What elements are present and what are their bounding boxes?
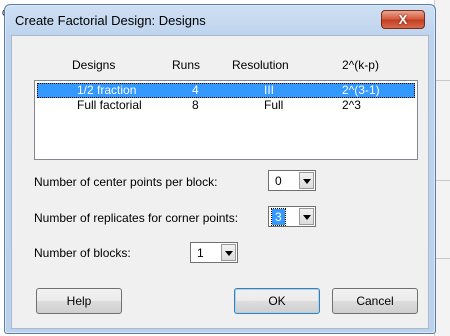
help-button[interactable]: Help bbox=[36, 288, 122, 314]
dialog-title: Create Factorial Design: Designs bbox=[15, 13, 206, 28]
design-row-full-factorial[interactable]: Full factorial 8 Full 2^3 bbox=[37, 98, 415, 113]
center-points-dropdown[interactable]: 0 bbox=[268, 170, 316, 191]
create-factorial-design-dialog: Create Factorial Design: Designs X Desig… bbox=[4, 4, 436, 334]
column-header-resolution: Resolution bbox=[232, 58, 289, 72]
cancel-button[interactable]: Cancel bbox=[332, 288, 418, 314]
column-header-2-k-p: 2^(k-p) bbox=[342, 58, 379, 72]
chevron-down-icon[interactable] bbox=[221, 244, 236, 261]
design-runs: 4 bbox=[192, 83, 199, 97]
blocks-dropdown[interactable]: 1 bbox=[190, 242, 238, 263]
design-runs: 8 bbox=[192, 98, 199, 112]
design-2-k-p: 2^(3-1) bbox=[342, 83, 380, 97]
design-name: 1/2 fraction bbox=[77, 83, 137, 97]
center-points-label: Number of center points per block: bbox=[34, 175, 218, 189]
chevron-down-icon[interactable] bbox=[299, 208, 314, 225]
blocks-label: Number of blocks: bbox=[34, 246, 131, 260]
blocks-value: 1 bbox=[197, 246, 204, 260]
design-resolution: Full bbox=[264, 98, 284, 112]
column-header-runs: Runs bbox=[172, 58, 201, 72]
design-resolution: III bbox=[264, 83, 275, 97]
close-icon: X bbox=[398, 12, 408, 27]
ok-button[interactable]: OK bbox=[234, 288, 320, 314]
replicates-value: 3 bbox=[271, 208, 286, 226]
replicates-dropdown[interactable]: 3 bbox=[268, 206, 316, 227]
replicates-label: Number of replicates for corner points: bbox=[34, 211, 239, 225]
title-bar[interactable]: Create Factorial Design: Designs X bbox=[5, 5, 435, 35]
chevron-down-icon[interactable] bbox=[299, 172, 314, 189]
design-row-half-fraction[interactable]: 1/2 fraction 4 III 2^(3-1) bbox=[37, 83, 415, 98]
design-2-k-p: 2^3 bbox=[342, 98, 361, 112]
designs-listbox[interactable]: 1/2 fraction 4 III 2^(3-1) Full factoria… bbox=[34, 80, 418, 160]
background-side-strip bbox=[434, 0, 450, 336]
design-name: Full factorial bbox=[77, 98, 142, 112]
close-button[interactable]: X bbox=[381, 10, 425, 29]
column-header-designs: Designs bbox=[72, 58, 116, 72]
center-points-value: 0 bbox=[275, 174, 282, 188]
dialog-client-area: Designs Runs Resolution 2^(k-p) 1/2 frac… bbox=[11, 35, 429, 329]
